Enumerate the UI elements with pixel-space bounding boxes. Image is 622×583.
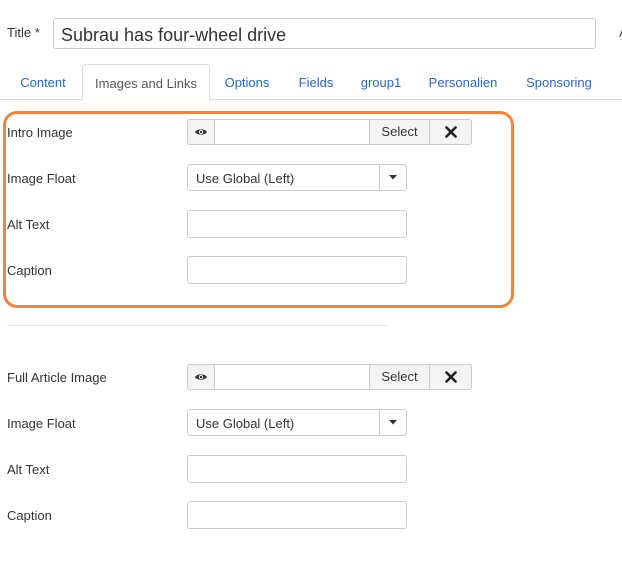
full-image-select-button[interactable]: Select	[369, 364, 430, 390]
tab-sponsoring[interactable]: Sponsoring	[516, 64, 602, 100]
eye-icon	[195, 374, 207, 380]
intro-float-select[interactable]: Use Global (Left)	[187, 164, 407, 191]
intro-alt-label: Alt Text	[7, 217, 50, 232]
tab-images-and-links[interactable]: Images and Links	[82, 64, 210, 101]
intro-caption-label: Caption	[7, 263, 52, 278]
title-input[interactable]: Subrau has four-wheel drive	[53, 18, 596, 49]
full-alt-input[interactable]	[187, 455, 407, 483]
title-label: Title *	[7, 25, 40, 40]
intro-float-value: Use Global (Left)	[196, 171, 295, 186]
intro-image-label: Intro Image	[7, 125, 73, 140]
intro-caption-input[interactable]	[187, 256, 407, 284]
intro-image-preview-button[interactable]	[187, 119, 215, 145]
full-image-path-input[interactable]	[214, 364, 370, 390]
full-caption-label: Caption	[7, 508, 52, 523]
intro-alt-input[interactable]	[187, 210, 407, 238]
full-image-clear-button[interactable]	[429, 364, 472, 390]
intro-image-clear-button[interactable]	[429, 119, 472, 145]
full-image-preview-button[interactable]	[187, 364, 215, 390]
caret-down-icon	[379, 410, 406, 435]
intro-image-path-input[interactable]	[214, 119, 370, 145]
tab-content[interactable]: Content	[8, 64, 78, 100]
tab-options[interactable]: Options	[214, 64, 280, 100]
tab-group1[interactable]: group1	[352, 64, 410, 100]
close-x-icon	[444, 126, 457, 138]
full-alt-label: Alt Text	[7, 462, 50, 477]
full-image-label: Full Article Image	[7, 370, 107, 385]
full-float-label: Image Float	[7, 416, 76, 431]
intro-image-field: Select	[187, 119, 472, 145]
intro-image-select-button[interactable]: Select	[369, 119, 430, 145]
full-float-value: Use Global (Left)	[196, 416, 295, 431]
caret-down-icon	[379, 165, 406, 190]
tab-personalien[interactable]: Personalien	[418, 64, 508, 100]
full-image-field: Select	[187, 364, 472, 390]
section-divider	[7, 325, 387, 326]
intro-float-label: Image Float	[7, 171, 76, 186]
full-caption-input[interactable]	[187, 501, 407, 529]
tab-fields[interactable]: Fields	[288, 64, 344, 100]
tab-bar: Content Images and Links Options Fields …	[0, 64, 622, 101]
close-x-icon	[444, 371, 457, 383]
eye-icon	[195, 129, 207, 135]
full-float-select[interactable]: Use Global (Left)	[187, 409, 407, 436]
